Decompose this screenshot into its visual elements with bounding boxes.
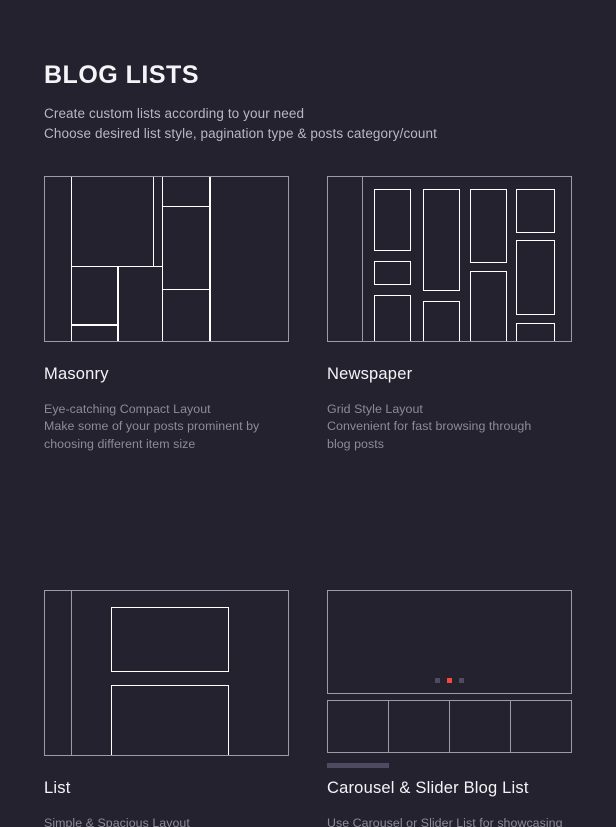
carousel-thumbnail[interactable] bbox=[389, 701, 450, 753]
layout-card-list[interactable]: List Simple & Spacious Layout with Large… bbox=[44, 590, 289, 827]
list-block-2 bbox=[111, 685, 229, 756]
list-preview[interactable] bbox=[44, 590, 289, 757]
masonry-preview[interactable] bbox=[44, 176, 289, 342]
card-title-masonry: Masonry bbox=[44, 365, 109, 383]
layout-card-grid: Masonry Eye-catching Compact Layout Make… bbox=[44, 176, 572, 827]
carousel-progress-fill bbox=[327, 763, 389, 769]
card-description-newspaper: Grid Style Layout Convenient for fast br… bbox=[327, 401, 572, 454]
newspaper-preview[interactable] bbox=[327, 176, 572, 342]
card-row-1: Masonry Eye-catching Compact Layout Make… bbox=[44, 176, 572, 453]
card-title-list: List bbox=[44, 779, 71, 798]
carousel-thumbnail[interactable] bbox=[328, 701, 389, 753]
desc-line: choosing different item size bbox=[44, 436, 196, 451]
layout-card-masonry[interactable]: Masonry Eye-catching Compact Layout Make… bbox=[44, 176, 289, 453]
page-subtitle: Create custom lists according to your ne… bbox=[44, 104, 584, 144]
masonry-block-3 bbox=[71, 324, 119, 341]
newspaper-block-9 bbox=[516, 240, 555, 315]
newspaper-block-5 bbox=[423, 301, 460, 341]
carousel-thumbnail-strip[interactable] bbox=[327, 700, 572, 754]
newspaper-block-10 bbox=[516, 323, 555, 341]
desc-line: Make some of your posts prominent by bbox=[44, 419, 260, 434]
carousel-dot-3[interactable] bbox=[459, 678, 464, 684]
desc-line: Use Carousel or Slider List for showcasi… bbox=[327, 816, 563, 827]
carousel-preview[interactable] bbox=[327, 590, 572, 769]
newspaper-block-2 bbox=[374, 261, 411, 285]
layout-card-carousel[interactable]: Carousel & Slider Blog List Use Carousel… bbox=[327, 590, 572, 827]
list-block-1 bbox=[111, 607, 229, 673]
carousel-progress-track[interactable] bbox=[327, 763, 572, 769]
carousel-dots[interactable] bbox=[327, 678, 572, 684]
card-title-carousel: Carousel & Slider Blog List bbox=[327, 779, 529, 798]
subtitle-line-2: Choose desired list style, pagination ty… bbox=[44, 125, 437, 141]
blog-lists-page: BLOG LISTS Create custom lists according… bbox=[0, 0, 616, 827]
page-header: BLOG LISTS Create custom lists according… bbox=[44, 61, 584, 144]
carousel-thumbnail[interactable] bbox=[511, 701, 572, 753]
card-description-masonry: Eye-catching Compact Layout Make some of… bbox=[44, 401, 289, 454]
masonry-block-8 bbox=[209, 177, 288, 341]
layout-card-newspaper[interactable]: Newspaper Grid Style Layout Convenient f… bbox=[327, 176, 572, 453]
newspaper-block-8 bbox=[516, 189, 555, 233]
card-row-2: List Simple & Spacious Layout with Large… bbox=[44, 590, 572, 827]
carousel-thumbnail[interactable] bbox=[450, 701, 511, 753]
page-title: BLOG LISTS bbox=[44, 61, 199, 89]
card-description-carousel: Use Carousel or Slider List for showcasi… bbox=[327, 815, 572, 827]
card-description-list: Simple & Spacious Layout with Large Imag… bbox=[44, 815, 289, 827]
masonry-block-4 bbox=[117, 266, 163, 341]
newspaper-block-3 bbox=[374, 295, 411, 341]
masonry-block-6 bbox=[162, 206, 211, 290]
carousel-dot-2-active[interactable] bbox=[447, 678, 452, 684]
masonry-block-7 bbox=[162, 289, 211, 341]
newspaper-block-1 bbox=[374, 189, 411, 251]
desc-line: Simple & Spacious Layout bbox=[44, 816, 190, 827]
desc-line: Eye-catching Compact Layout bbox=[44, 401, 211, 416]
desc-line: Convenient for fast browsing through bbox=[327, 419, 532, 434]
masonry-block-5 bbox=[162, 177, 211, 207]
newspaper-divider bbox=[362, 177, 363, 341]
newspaper-block-6 bbox=[470, 189, 507, 263]
masonry-block-1 bbox=[71, 177, 154, 267]
list-divider bbox=[71, 591, 72, 756]
card-title-newspaper: Newspaper bbox=[327, 365, 413, 383]
newspaper-block-7 bbox=[470, 271, 507, 341]
carousel-dot-1[interactable] bbox=[435, 678, 440, 684]
desc-line: blog posts bbox=[327, 436, 384, 451]
desc-line: Grid Style Layout bbox=[327, 401, 423, 416]
subtitle-line-1: Create custom lists according to your ne… bbox=[44, 105, 305, 121]
masonry-block-2 bbox=[71, 266, 119, 326]
newspaper-block-4 bbox=[423, 189, 460, 291]
